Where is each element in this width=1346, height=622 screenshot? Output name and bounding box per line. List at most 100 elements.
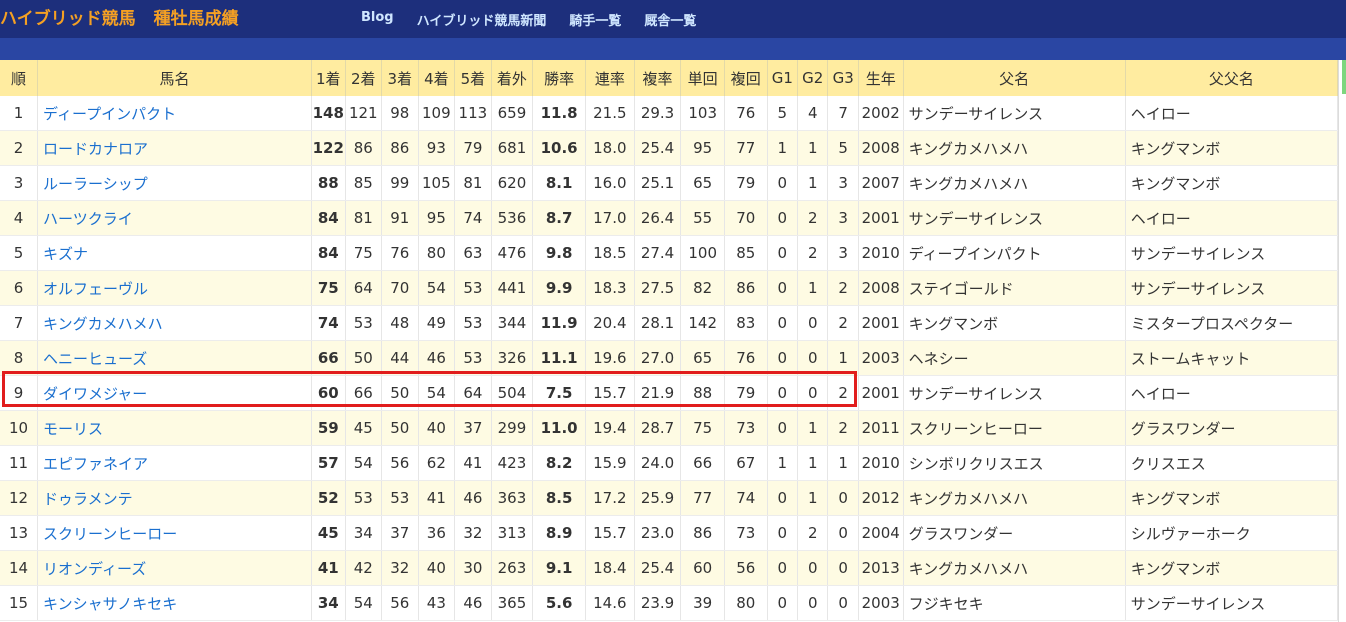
horse-name-link[interactable]: キンシャサノキセキ <box>43 595 177 613</box>
horse-name-link[interactable]: スクリーンヒーロー <box>43 525 177 543</box>
cell-third: 32 <box>381 550 419 586</box>
horse-name-link[interactable]: ルーラーシップ <box>43 175 148 193</box>
cell-sire: フジキセキ <box>903 585 1126 621</box>
cell-third: 56 <box>381 585 419 621</box>
cell-g1: 1 <box>767 130 799 166</box>
horse-name-link[interactable]: ハーツクライ <box>43 210 133 228</box>
cell-g2: 0 <box>797 375 829 411</box>
cell-g3: 5 <box>827 130 859 166</box>
horse-name-link[interactable]: キズナ <box>43 245 88 263</box>
col-header-g2[interactable]: G2 <box>797 60 829 96</box>
cell-place-rate: 17.2 <box>585 480 635 516</box>
col-header-win-return[interactable]: 単回 <box>680 60 725 96</box>
cell-show-rate: 23.9 <box>634 585 682 621</box>
cell-horse-name: スクリーンヒーロー <box>37 515 313 551</box>
scroll-edge <box>1338 60 1346 622</box>
col-header-second[interactable]: 2着 <box>345 60 383 96</box>
horse-name-link[interactable]: キングカメハメハ <box>43 315 163 333</box>
cell-fifth: 46 <box>454 585 492 621</box>
col-header-rank[interactable]: 順 <box>0 60 39 96</box>
cell-sire: キングカメハメハ <box>903 130 1126 166</box>
col-header-g1[interactable]: G1 <box>767 60 799 96</box>
col-header-first[interactable]: 1着 <box>311 60 346 96</box>
cell-fourth: 40 <box>418 410 456 446</box>
cell-fourth: 95 <box>418 200 456 236</box>
horse-name-link[interactable]: ダイワメジャー <box>43 385 147 403</box>
cell-g2: 2 <box>797 200 829 236</box>
cell-g2: 1 <box>797 410 829 446</box>
cell-birth-year: 2013 <box>858 550 904 586</box>
col-header-birth-year[interactable]: 生年 <box>858 60 904 96</box>
horse-name-link[interactable]: リオンディーズ <box>43 560 146 578</box>
horse-name-link[interactable]: ドゥラメンテ <box>43 490 133 508</box>
horse-name-link[interactable]: エピファネイア <box>43 455 148 473</box>
cell-first: 75 <box>311 270 346 306</box>
col-header-fifth[interactable]: 5着 <box>454 60 492 96</box>
cell-grandsire: シルヴァーホーク <box>1125 515 1339 551</box>
cell-first: 59 <box>311 410 346 446</box>
cell-win-return: 39 <box>680 585 725 621</box>
table-row: 8 ヘニーヒューズ 66 50 44 46 53 326 11.1 19.6 27.0 65 76 0 0 1… <box>0 340 1339 376</box>
site-brand[interactable]: ハイブリッド競馬 種牡馬成績 <box>0 6 239 32</box>
cell-place-rate: 19.4 <box>585 410 635 446</box>
col-header-place-rate[interactable]: 連率 <box>585 60 635 96</box>
brand-title[interactable]: ハイブリッド競馬 <box>0 9 136 29</box>
main-nav: Blog ハイブリッド競馬新聞 騎手一覧 厩舎一覧 <box>361 10 719 30</box>
table-row: 12 ドゥラメンテ 52 53 53 41 46 363 8.5 17.2 25.9 77 74 0 1 0 2… <box>0 480 1339 516</box>
cell-sire: キングカメハメハ <box>903 550 1126 586</box>
cell-second: 66 <box>345 375 383 411</box>
cell-g1: 0 <box>767 340 799 376</box>
nav-blog-link[interactable]: Blog <box>361 10 394 30</box>
cell-grandsire: キングマンボ <box>1125 165 1339 201</box>
horse-name-link[interactable]: オルフェーヴル <box>43 280 148 298</box>
cell-g3: 3 <box>827 235 859 271</box>
cell-sire: キングマンボ <box>903 305 1126 341</box>
nav-newspaper-link[interactable]: ハイブリッド競馬新聞 <box>417 10 547 30</box>
cell-birth-year: 2012 <box>858 480 904 516</box>
cell-fifth: 79 <box>454 130 492 166</box>
cell-rank: 7 <box>0 305 39 341</box>
col-header-win-rate[interactable]: 勝率 <box>532 60 586 96</box>
col-header-grandsire[interactable]: 父父名 <box>1125 60 1339 96</box>
col-header-horse-name[interactable]: 馬名 <box>37 60 313 96</box>
cell-horse-name: キンシャサノキセキ <box>37 585 313 621</box>
cell-place-rate: 21.5 <box>585 96 635 131</box>
cell-horse-name: リオンディーズ <box>37 550 313 586</box>
cell-sire: ヘネシー <box>903 340 1126 376</box>
cell-fifth: 53 <box>454 340 492 376</box>
cell-unplaced: 659 <box>491 96 534 131</box>
cell-first: 41 <box>311 550 346 586</box>
cell-place-rate: 18.4 <box>585 550 635 586</box>
col-header-third[interactable]: 3着 <box>381 60 419 96</box>
cell-second: 85 <box>345 165 383 201</box>
cell-win-rate: 10.6 <box>532 130 586 166</box>
cell-grandsire: キングマンボ <box>1125 480 1339 516</box>
col-header-g3[interactable]: G3 <box>827 60 859 96</box>
cell-unplaced: 423 <box>491 445 534 481</box>
cell-third: 53 <box>381 480 419 516</box>
table-row: 2 ロードカナロア 122 86 86 93 79 681 10.6 18.0 25.4 95 77 1 1… <box>0 130 1339 166</box>
cell-second: 86 <box>345 130 383 166</box>
cell-third: 91 <box>381 200 419 236</box>
col-header-fourth[interactable]: 4着 <box>418 60 456 96</box>
horse-name-link[interactable]: ディープインパクト <box>43 105 176 123</box>
cell-sire: ディープインパクト <box>903 235 1126 271</box>
horse-name-link[interactable]: ロードカナロア <box>43 140 148 158</box>
col-header-show-rate[interactable]: 複率 <box>634 60 682 96</box>
nav-jockeys-link[interactable]: 騎手一覧 <box>569 10 621 30</box>
cell-grandsire: グラスワンダー <box>1125 410 1339 446</box>
cell-show-return: 77 <box>724 130 768 166</box>
cell-place-rate: 15.7 <box>585 375 635 411</box>
horse-name-link[interactable]: モーリス <box>43 420 103 438</box>
horse-name-link[interactable]: ヘニーヒューズ <box>43 350 147 368</box>
cell-g1: 0 <box>767 585 799 621</box>
cell-unplaced: 299 <box>491 410 534 446</box>
cell-unplaced: 263 <box>491 550 534 586</box>
cell-first: 34 <box>311 585 346 621</box>
col-header-unplaced[interactable]: 着外 <box>491 60 534 96</box>
col-header-show-return[interactable]: 複回 <box>724 60 768 96</box>
cell-unplaced: 365 <box>491 585 534 621</box>
cell-third: 70 <box>381 270 419 306</box>
nav-stables-link[interactable]: 厩舎一覧 <box>644 10 696 30</box>
col-header-sire[interactable]: 父名 <box>903 60 1126 96</box>
